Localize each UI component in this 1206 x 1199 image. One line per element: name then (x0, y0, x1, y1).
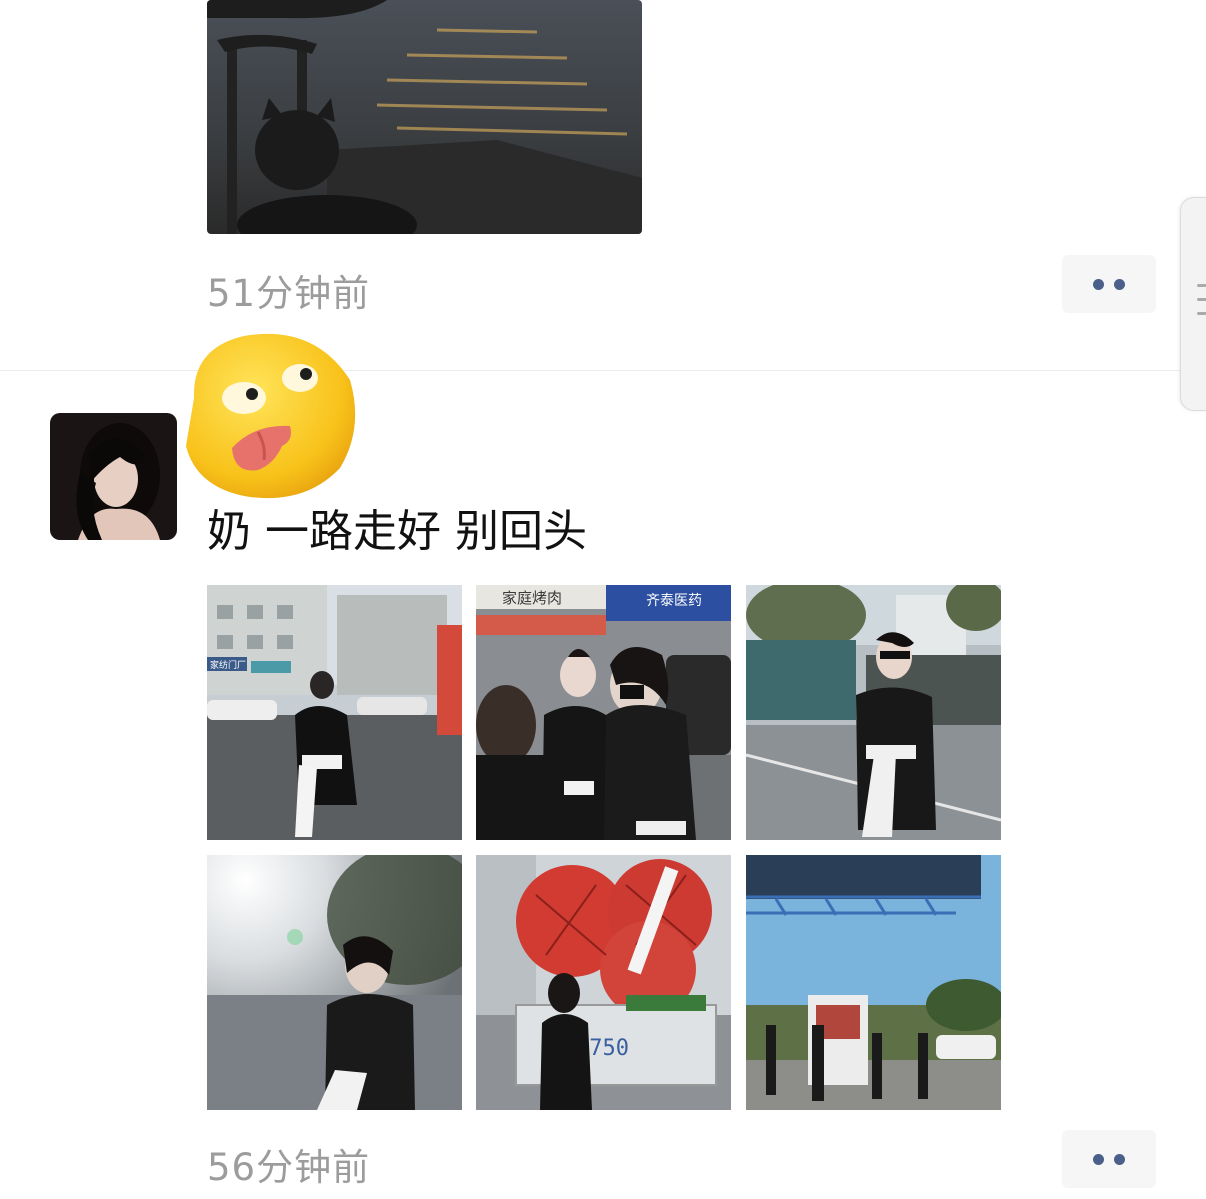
photo-sign-text: 齐泰医药 (646, 593, 702, 609)
post-more-button[interactable] (1062, 1130, 1156, 1188)
photo-3[interactable] (746, 585, 1001, 840)
photo-sign-text: 家纺门厂 (210, 659, 246, 671)
top-post-photo[interactable] (207, 0, 642, 234)
avatar[interactable] (50, 413, 177, 540)
more-dots-icon (1093, 1153, 1104, 1165)
post-timestamp: 56分钟前 (207, 1146, 371, 1189)
photo-5[interactable]: F750 (476, 855, 731, 1110)
post-text: 奶 一路走好 别回头 (207, 506, 587, 557)
top-post-timestamp: 51分钟前 (207, 272, 371, 315)
top-post-more-button[interactable] (1062, 255, 1156, 313)
photo-2[interactable]: 家庭烤肉 齐泰医药 (476, 585, 731, 840)
side-handle-icon[interactable] (1180, 197, 1206, 411)
photo-1[interactable]: 家纺门厂 (207, 585, 462, 840)
more-dots-icon (1093, 278, 1104, 290)
photo-6[interactable] (746, 855, 1001, 1110)
photo-sign-text: 家庭烤肉 (502, 589, 562, 607)
photo-4[interactable] (207, 855, 462, 1110)
tongue-out-emoji-icon (174, 328, 360, 500)
more-dots-icon (1114, 278, 1125, 290)
more-dots-icon (1114, 1153, 1125, 1165)
